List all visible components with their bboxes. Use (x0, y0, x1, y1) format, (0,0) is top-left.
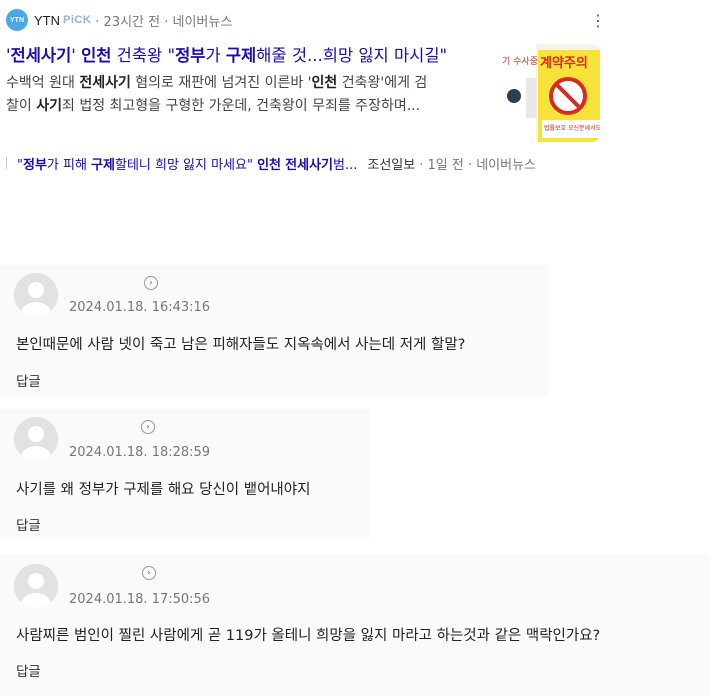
avatar[interactable] (14, 417, 58, 461)
news-thumbnail[interactable]: 기 수사중 계약주의 법률보호 오신분께서도 (500, 44, 600, 142)
profile-chevron-icon[interactable]: › (141, 420, 155, 434)
comment-date: 2024.01.18. 17:50:56 (69, 592, 211, 607)
profile-chevron-icon[interactable]: › (142, 566, 156, 580)
comment-date: 2024.01.18. 18:28:59 (69, 445, 211, 460)
comment-item: › 2024.01.18. 18:28:59 사기를 왜 정부가 구제를 해요 … (0, 409, 370, 539)
more-options-icon[interactable]: ⋮ (590, 12, 606, 32)
source-meta: · 23시간 전 · 네이버뉴스 (95, 14, 233, 30)
related-divider (6, 157, 7, 169)
avatar[interactable] (14, 273, 58, 317)
related-article-link[interactable]: "정부가 피해 구제할테니 희망 잃지 마세요" 인천 전세사기범... (17, 154, 357, 173)
related-source[interactable]: 조선일보 (367, 154, 415, 173)
avatar[interactable] (14, 564, 58, 608)
comment-date: 2024.01.18. 16:43:16 (69, 300, 211, 315)
comment-text: 사기를 왜 정부가 구제를 해요 당신이 뱉어내야지 (16, 482, 311, 498)
comment-text: 본인때문에 사람 넷이 죽고 남은 피해자들도 지옥속에서 사는데 저게 할말? (16, 337, 466, 353)
news-source-row: YTN YTN PiCK · 23시간 전 · 네이버뉴스 (6, 8, 232, 32)
svg-text:기 수사중: 기 수사중 (502, 56, 538, 67)
svg-text:법률보호 오신분께서도: 법률보호 오신분께서도 (544, 124, 600, 132)
profile-chevron-icon[interactable]: › (144, 276, 158, 290)
ytn-logo-icon[interactable]: YTN (6, 9, 28, 31)
related-meta: · 1일 전 · 네이버뉴스 (419, 157, 536, 173)
news-headline[interactable]: '전세사기' 인천 건축왕 "정부가 구제해줄 것...희망 잃지 마시길" (6, 42, 486, 66)
pick-badge: PiCK (63, 14, 92, 26)
related-article-row: "정부가 피해 구제할테니 희망 잃지 마세요" 인천 전세사기범... 조선일… (6, 153, 606, 173)
news-summary[interactable]: 수백억 원대 전세사기 혐의로 재판에 넘겨진 이른바 '인천 건축왕'에게 검… (6, 72, 484, 118)
comment-text: 사람찌른 범인이 찔린 사람에게 곧 119가 올테니 희망을 잃지 마라고 하… (16, 628, 601, 644)
reply-button[interactable]: 답글 (16, 370, 41, 390)
source-name[interactable]: YTN (34, 13, 60, 28)
reply-button[interactable]: 답글 (16, 514, 41, 534)
comment-item: › 2024.01.18. 17:50:56 사람찌른 범인이 찔린 사람에게 … (0, 554, 709, 696)
news-card: YTN YTN PiCK · 23시간 전 · 네이버뉴스 ⋮ '전세사기' 인… (0, 0, 709, 190)
comment-item: › 2024.01.18. 16:43:16 본인때문에 사람 넷이 죽고 남은… (0, 265, 548, 397)
reply-button[interactable]: 답글 (16, 660, 41, 680)
svg-text:계약주의: 계약주의 (540, 55, 588, 71)
